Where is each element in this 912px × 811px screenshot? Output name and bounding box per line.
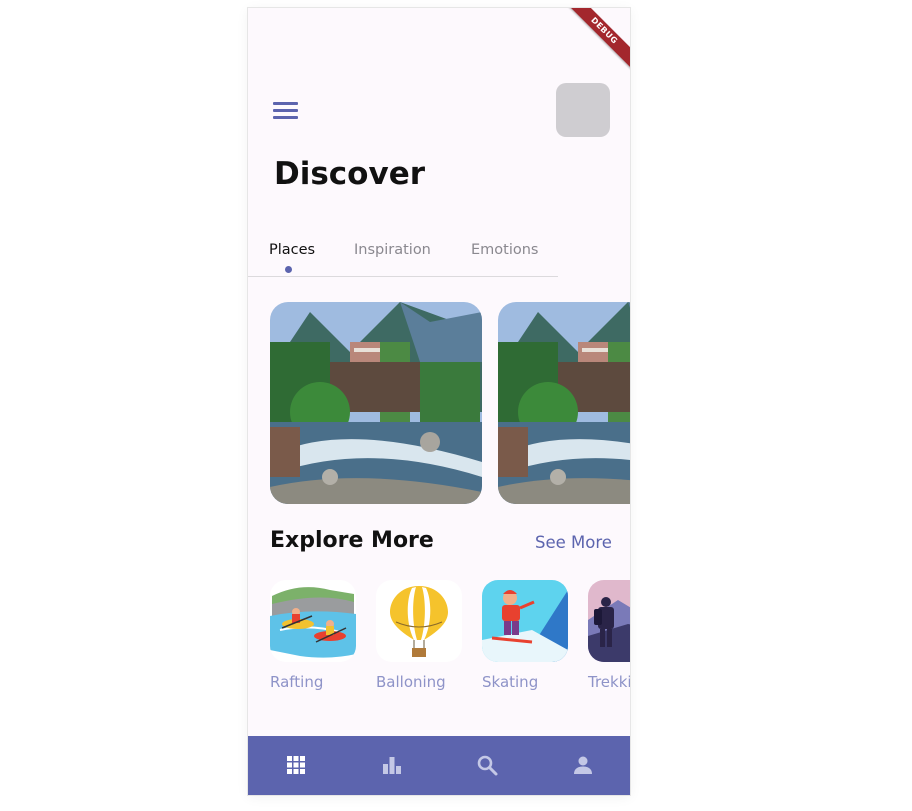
places-carousel[interactable] <box>270 302 630 504</box>
tab-emotions[interactable]: Emotions <box>471 242 539 258</box>
mountain-river-village-photo <box>270 302 482 504</box>
activity-trekking[interactable]: Trekki <box>588 580 630 700</box>
phone-screen: DEBUG Discover Places Inspiration Emotio… <box>248 8 630 795</box>
activities-list[interactable]: Rafting Balloning Skating Trekki <box>270 580 630 700</box>
grid-icon[interactable] <box>284 753 308 777</box>
rafting-illustration <box>270 580 356 662</box>
activity-label: Skating <box>482 673 539 691</box>
bar-chart-icon[interactable] <box>380 753 404 777</box>
explore-more-title: Explore More <box>270 528 434 553</box>
trekking-illustration <box>588 580 630 662</box>
person-icon[interactable] <box>571 753 595 777</box>
activity-skating[interactable]: Skating <box>482 580 572 700</box>
hot-air-balloon-illustration <box>376 580 462 662</box>
activity-ballooning[interactable]: Balloning <box>376 580 466 700</box>
active-tab-indicator <box>285 266 292 273</box>
page-title: Discover <box>274 156 426 192</box>
activity-label: Rafting <box>270 673 324 691</box>
see-more-link[interactable]: See More <box>535 533 612 552</box>
activity-label: Trekki <box>588 673 630 691</box>
bottom-navigation <box>248 736 630 795</box>
tab-bar: Places Inspiration Emotions <box>248 240 558 277</box>
activity-label: Balloning <box>376 673 446 691</box>
place-card[interactable] <box>498 302 630 504</box>
menu-icon[interactable] <box>273 100 299 120</box>
tab-inspiration[interactable]: Inspiration <box>354 242 431 258</box>
debug-banner: DEBUG <box>556 8 630 79</box>
mountain-river-village-photo <box>498 302 630 504</box>
activity-rafting[interactable]: Rafting <box>270 580 360 700</box>
search-icon[interactable] <box>475 753 499 777</box>
place-card[interactable] <box>270 302 482 504</box>
profile-avatar[interactable] <box>556 83 610 137</box>
tab-places[interactable]: Places <box>269 242 315 258</box>
skiing-illustration <box>482 580 568 662</box>
